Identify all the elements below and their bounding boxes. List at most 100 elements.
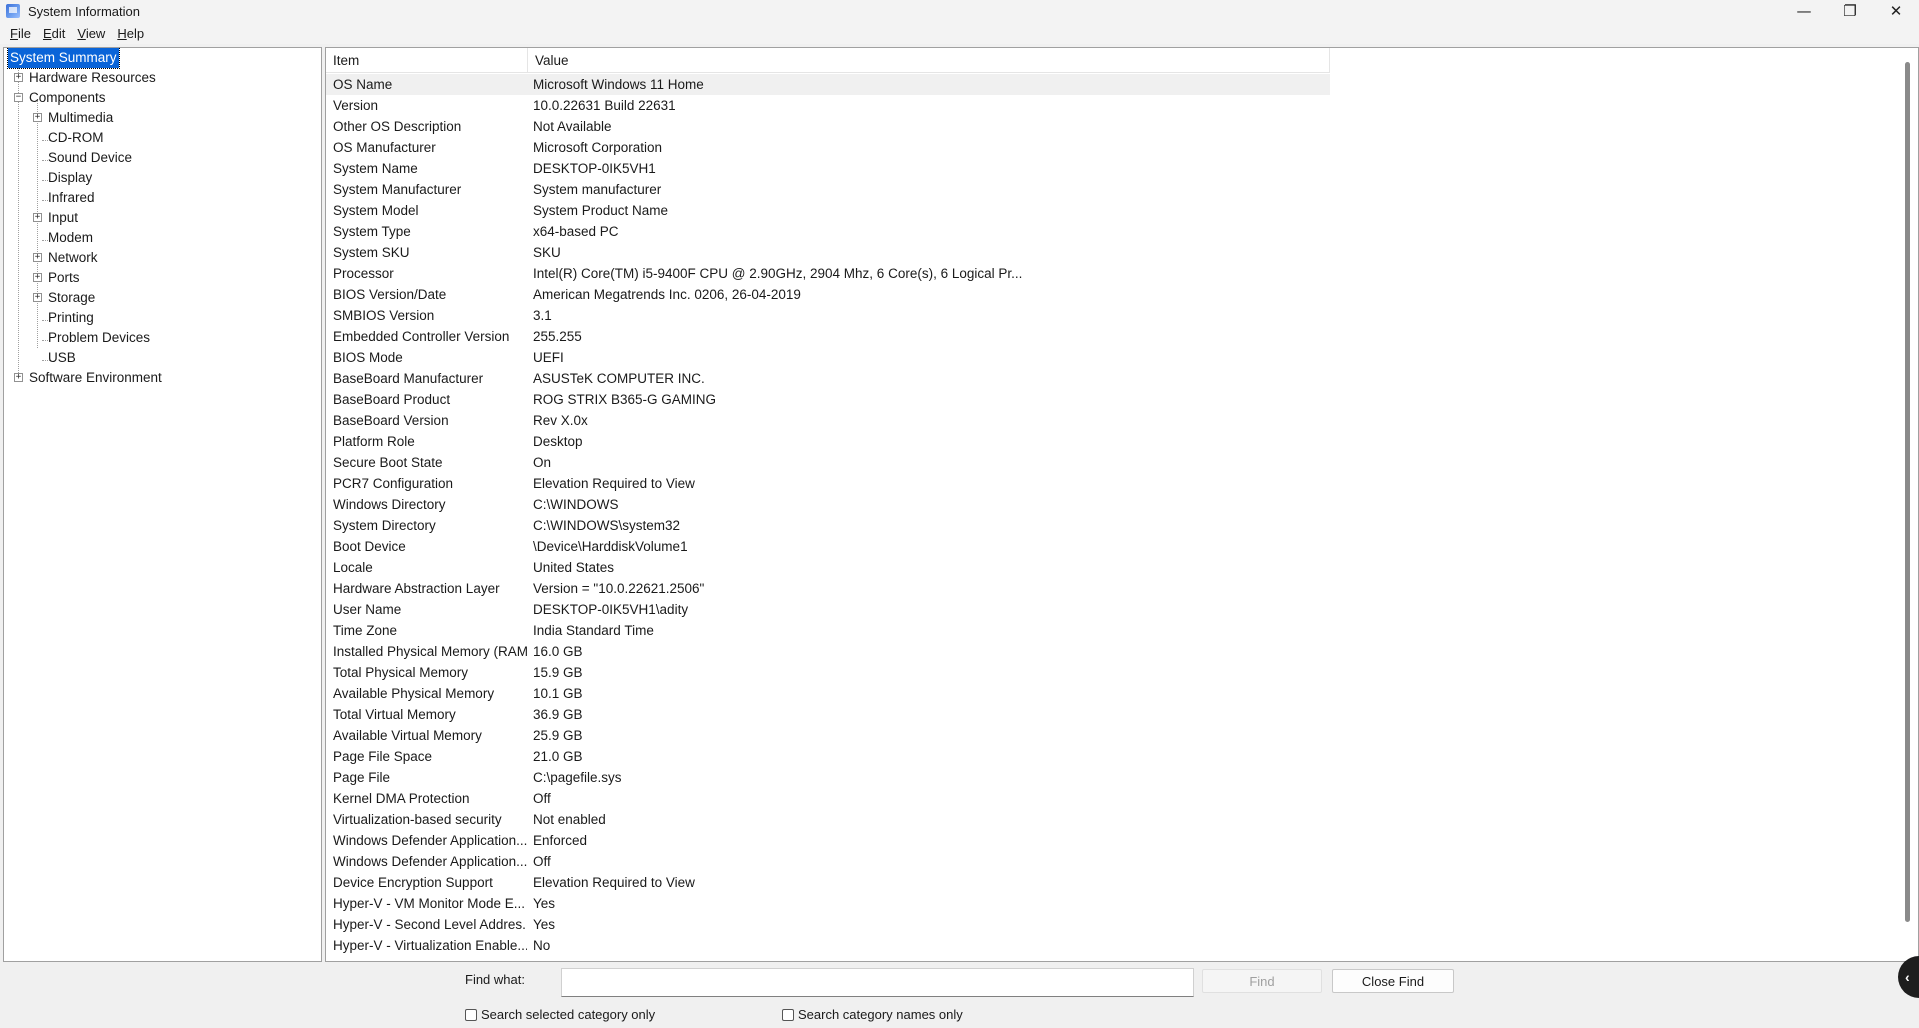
table-row[interactable]: Device Encryption Support Elevation Requi…	[326, 872, 1330, 893]
minimize-button[interactable]: —	[1781, 0, 1827, 22]
expand-icon[interactable]: +	[14, 73, 23, 82]
expand-icon[interactable]: +	[33, 273, 42, 282]
table-row[interactable]: Total Virtual Memory 36.9 GB	[326, 704, 1330, 725]
expand-icon[interactable]: +	[33, 253, 42, 262]
table-row[interactable]: Virtualization-based security Not enabled	[326, 809, 1330, 830]
tree-item-display[interactable]: Display	[4, 168, 321, 188]
table-row[interactable]: Page File C:\pagefile.sys	[326, 767, 1330, 788]
table-row[interactable]: Locale United States	[326, 557, 1330, 578]
search-selected-category-option[interactable]: Search selected category only	[465, 1007, 655, 1022]
table-row[interactable]: SMBIOS Version 3.1	[326, 305, 1330, 326]
expand-icon[interactable]: +	[14, 373, 23, 382]
tree-item-label: System Summary	[7, 48, 120, 69]
tree-item-modem[interactable]: Modem	[4, 228, 321, 248]
table-row[interactable]: BaseBoard Manufacturer ASUSTeK COMPUTER I…	[326, 368, 1330, 389]
table-row[interactable]: Version 10.0.22631 Build 22631	[326, 95, 1330, 116]
table-row[interactable]: Available Virtual Memory 25.9 GB	[326, 725, 1330, 746]
row-value-cell: No	[533, 938, 551, 953]
expand-icon[interactable]: +	[33, 213, 42, 222]
tree-item-cd-rom[interactable]: CD-ROM	[4, 128, 321, 148]
vertical-scrollbar[interactable]	[1905, 62, 1910, 922]
tree-item-ports[interactable]: + Ports	[4, 268, 321, 288]
tree-item-sound-device[interactable]: Sound Device	[4, 148, 321, 168]
expand-icon[interactable]: +	[33, 113, 42, 122]
table-row[interactable]: Page File Space 21.0 GB	[326, 746, 1330, 767]
table-row[interactable]: BIOS Mode UEFI	[326, 347, 1330, 368]
table-row[interactable]: System Type x64-based PC	[326, 221, 1330, 242]
table-row[interactable]: Hardware Abstraction Layer Version = "10.…	[326, 578, 1330, 599]
menu-edit[interactable]: Edit	[37, 26, 71, 41]
row-value-cell: Enforced	[533, 833, 588, 848]
column-header-value[interactable]: Value	[528, 48, 1330, 73]
table-row[interactable]: System Manufacturer System manufacturer	[326, 179, 1330, 200]
menu-file[interactable]: File	[4, 26, 37, 41]
table-row[interactable]: Embedded Controller Version 255.255	[326, 326, 1330, 347]
tree-item-label: Modem	[48, 230, 94, 245]
table-row[interactable]: BIOS Version/Date American Megatrends Inc…	[326, 284, 1330, 305]
table-row[interactable]: System SKU SKU	[326, 242, 1330, 263]
table-row[interactable]: Boot Device \Device\HarddiskVolume1	[326, 536, 1330, 557]
row-value-cell: C:\WINDOWS\system32	[533, 518, 681, 533]
list-header: Item Value	[326, 48, 1330, 73]
row-item-cell: Boot Device	[333, 539, 406, 554]
tree-item-usb[interactable]: USB	[4, 348, 321, 368]
table-row[interactable]: Time Zone India Standard Time	[326, 620, 1330, 641]
table-row[interactable]: Installed Physical Memory (RAM) 16.0 GB	[326, 641, 1330, 662]
table-row[interactable]: OS Name Microsoft Windows 11 Home	[326, 74, 1330, 95]
table-row[interactable]: Processor Intel(R) Core(TM) i5-9400F CPU …	[326, 263, 1330, 284]
tree-item-network[interactable]: + Network	[4, 248, 321, 268]
table-row[interactable]: Hyper-V - Virtualization Enable... No	[326, 935, 1330, 956]
table-row[interactable]: Windows Directory C:\WINDOWS	[326, 494, 1330, 515]
find-what-input[interactable]	[561, 968, 1194, 997]
tree-item-hardware-resources[interactable]: + Hardware Resources	[4, 68, 321, 88]
collapse-icon[interactable]: −	[14, 93, 23, 102]
table-row[interactable]: User Name DESKTOP-0IK5VH1\adity	[326, 599, 1330, 620]
table-row[interactable]: Available Physical Memory 10.1 GB	[326, 683, 1330, 704]
close-find-button[interactable]: Close Find	[1332, 969, 1454, 993]
details-list[interactable]: Item Value OS Name Microsoft Windows 11 H…	[325, 47, 1919, 962]
tree-item-system-summary[interactable]: System Summary	[4, 48, 321, 69]
tree-item-infrared[interactable]: Infrared	[4, 188, 321, 208]
search-selected-category-checkbox[interactable]	[465, 1008, 477, 1021]
row-item-cell: Platform Role	[333, 434, 415, 449]
table-row[interactable]: Other OS Description Not Available	[326, 116, 1330, 137]
table-row[interactable]: Windows Defender Application... Enforced	[326, 830, 1330, 851]
tree-item-software-environment[interactable]: + Software Environment	[4, 368, 321, 388]
table-row[interactable]: System Name DESKTOP-0IK5VH1	[326, 158, 1330, 179]
table-row[interactable]: Platform Role Desktop	[326, 431, 1330, 452]
menu-view[interactable]: View	[71, 26, 111, 41]
table-row[interactable]: BaseBoard Version Rev X.0x	[326, 410, 1330, 431]
menu-help[interactable]: Help	[111, 26, 150, 41]
tree-item-components[interactable]: − Components	[4, 88, 321, 108]
tree-item-input[interactable]: + Input	[4, 208, 321, 228]
tree-item-multimedia[interactable]: + Multimedia	[4, 108, 321, 128]
search-category-names-checkbox[interactable]	[782, 1008, 794, 1021]
restore-button[interactable]: ❐	[1827, 0, 1873, 22]
table-row[interactable]: System Model System Product Name	[326, 200, 1330, 221]
tree-item-storage[interactable]: + Storage	[4, 288, 321, 308]
tree-item-label: USB	[48, 350, 76, 365]
tree-item-printing[interactable]: Printing	[4, 308, 321, 328]
row-value-cell: Yes	[533, 917, 556, 932]
search-category-names-option[interactable]: Search category names only	[782, 1007, 963, 1022]
find-button[interactable]: Find	[1202, 969, 1322, 993]
close-button[interactable]: ✕	[1873, 0, 1919, 22]
expand-icon[interactable]: +	[33, 293, 42, 302]
tree-item-label: Software Environment	[29, 370, 162, 385]
table-row[interactable]: System Directory C:\WINDOWS\system32	[326, 515, 1330, 536]
tree-item-problem-devices[interactable]: Problem Devices	[4, 328, 321, 348]
table-row[interactable]: Hyper-V - Second Level Addres... Yes	[326, 914, 1330, 935]
table-row[interactable]: Secure Boot State On	[326, 452, 1330, 473]
row-item-cell: Installed Physical Memory (RAM)	[333, 644, 527, 659]
table-row[interactable]: Windows Defender Application... Off	[326, 851, 1330, 872]
table-row[interactable]: BaseBoard Product ROG STRIX B365-G GAMING	[326, 389, 1330, 410]
tree-item-label: Network	[48, 250, 98, 265]
table-row[interactable]: Total Physical Memory 15.9 GB	[326, 662, 1330, 683]
table-row[interactable]: Kernel DMA Protection Off	[326, 788, 1330, 809]
column-header-item[interactable]: Item	[326, 48, 528, 73]
list-body: OS Name Microsoft Windows 11 Home Version 1…	[326, 74, 1330, 956]
table-row[interactable]: OS Manufacturer Microsoft Corporation	[326, 137, 1330, 158]
category-tree[interactable]: System Summary + Hardware Resources − Co…	[3, 47, 322, 962]
table-row[interactable]: PCR7 Configuration Elevation Required to …	[326, 473, 1330, 494]
table-row[interactable]: Hyper-V - VM Monitor Mode E... Yes	[326, 893, 1330, 914]
